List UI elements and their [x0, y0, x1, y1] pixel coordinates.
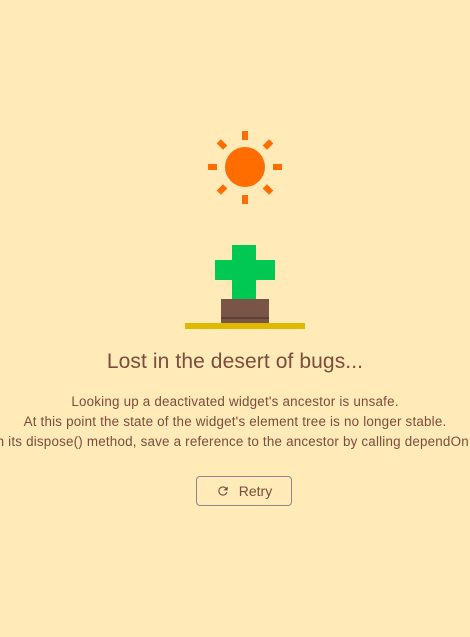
cactus-icon — [185, 245, 305, 329]
retry-label: Retry — [238, 483, 273, 499]
refresh-icon — [218, 486, 228, 496]
error-message: Looking up a deactivated widget's ancest… — [0, 392, 470, 452]
error-title: Lost in the desert of bugs... — [106, 350, 364, 373]
error-message-line: Looking up a deactivated widget's ancest… — [71, 394, 399, 409]
error-page: Lost in the desert of bugs... Looking up… — [0, 0, 470, 637]
sun-icon — [208, 131, 282, 204]
retry-button[interactable]: Retry — [196, 476, 292, 506]
error-message-line: At this point the state of the widget's … — [23, 414, 447, 429]
error-message-line: To safely refer to a widget's ancestor i… — [0, 434, 470, 449]
